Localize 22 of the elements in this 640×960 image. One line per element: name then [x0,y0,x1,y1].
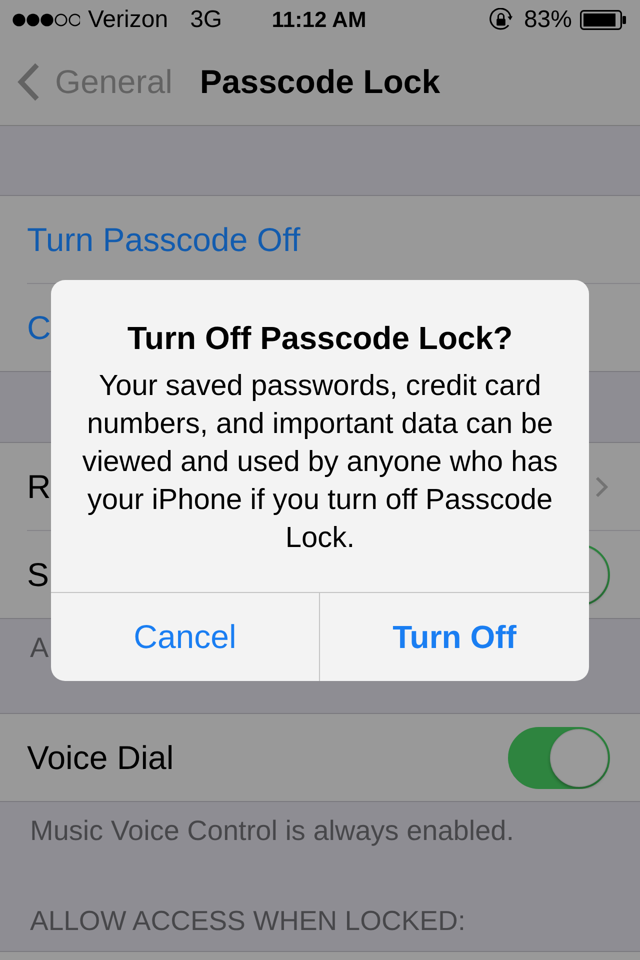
row-label: S [27,556,50,594]
alert-button[interactable]: Cancel [51,593,320,681]
alert-title: Turn Off Passcode Lock? [127,319,513,358]
clock: 11:12 AM [272,6,366,33]
navigation-title: Passcode Lock [200,63,440,102]
orientation-lock-icon [488,8,513,32]
section-header: ALLOW ACCESS WHEN LOCKED: [30,906,466,936]
alert-message: Your saved passwords, credit card numbers, and important data can be viewed and used by anyone who has your iPhone if you turn off Passcode Lock. [81,369,559,556]
signal-strength-icon [12,12,80,27]
carrier-name: Verizon [88,6,168,34]
section-footer: Music Voice Control is always enabled. [30,816,514,846]
row-label: Voice Dial [27,738,174,776]
network-type: 3G [190,6,222,34]
battery-icon [580,10,626,30]
alert-button[interactable]: Turn Off [320,593,589,681]
back-chevron-icon [16,62,41,102]
row-label: R [27,468,51,506]
action-label[interactable]: C [27,308,51,346]
battery-percentage: 83% [524,6,572,34]
disclosure-chevron-icon [595,476,608,498]
action-label[interactable]: Turn Passcode Off [27,220,300,258]
section-footer: A [30,633,49,663]
